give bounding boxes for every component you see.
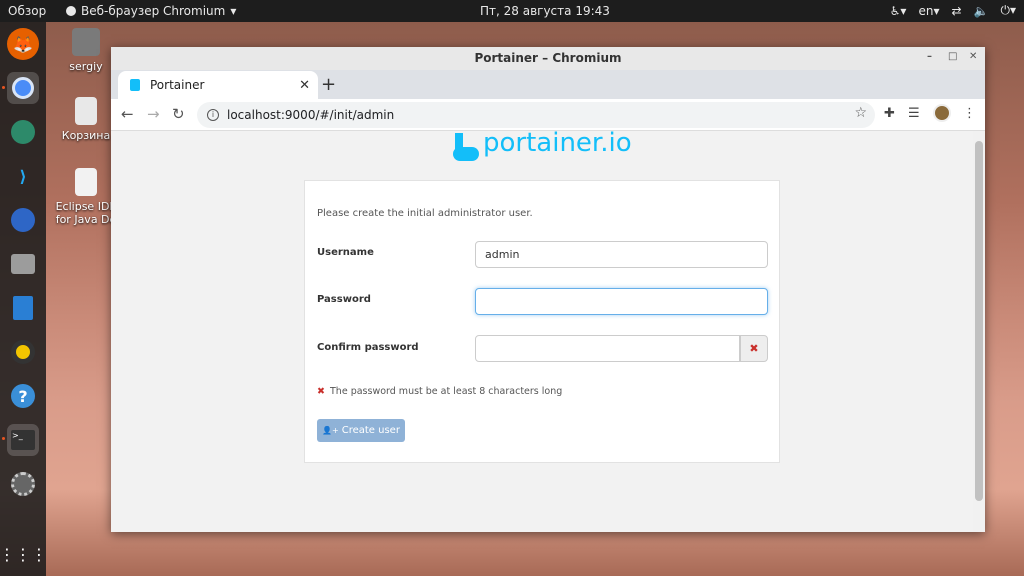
- site-info-icon[interactable]: i: [207, 109, 219, 121]
- chromium-app-icon: [66, 6, 76, 16]
- remmina-icon[interactable]: [7, 116, 39, 148]
- rhythmbox-icon[interactable]: [7, 336, 39, 368]
- url-text: localhost:9000/#/init/admin: [227, 108, 395, 122]
- trash-icon: [75, 97, 97, 125]
- logo-text: portainer.io: [483, 131, 632, 158]
- app-menu-label: Веб-браузер Chromium: [81, 4, 226, 18]
- close-tab-button[interactable]: ✕: [299, 78, 310, 93]
- language-indicator[interactable]: en▾: [918, 4, 939, 18]
- window-titlebar[interactable]: Portainer – Chromium – □ ✕: [111, 47, 985, 70]
- address-bar[interactable]: i localhost:9000/#/init/admin ☆: [197, 102, 875, 128]
- warning-text: The password must be at least 8 characte…: [330, 386, 563, 397]
- add-user-icon: 👤+: [322, 426, 339, 435]
- tab-title: Portainer: [150, 78, 205, 92]
- app-menu[interactable]: Веб-браузер Chromium ▾: [66, 4, 236, 18]
- help-icon[interactable]: ?: [7, 380, 39, 412]
- running-indicator: [2, 86, 5, 89]
- window-title: Portainer – Chromium: [474, 51, 622, 65]
- apps-grid-icon[interactable]: ⋮⋮⋮: [0, 538, 47, 570]
- password-label: Password: [317, 294, 371, 305]
- page-scrollbar[interactable]: [973, 131, 985, 532]
- vscode-icon[interactable]: ⟩: [7, 160, 39, 192]
- scrollbar-thumb[interactable]: [975, 141, 983, 501]
- media-controls-icon[interactable]: ☰: [908, 106, 920, 121]
- eclipse-launcher-icon: [75, 168, 97, 196]
- power-icon[interactable]: ⏻▾: [1000, 3, 1016, 18]
- page-content: portainer.io Please create the initial a…: [111, 131, 973, 532]
- running-indicator: [2, 437, 5, 440]
- form-intro: Please create the initial administrator …: [317, 208, 533, 219]
- password-mismatch-icon: ✖: [740, 335, 768, 362]
- username-value: admin: [485, 248, 520, 261]
- accessibility-icon[interactable]: ♿▾: [890, 4, 907, 18]
- confirm-password-input[interactable]: [475, 335, 740, 362]
- dock: 🦊 ⟩ ? >_ ⋮⋮⋮: [0, 22, 47, 576]
- back-button[interactable]: ←: [121, 105, 134, 123]
- username-input[interactable]: admin: [475, 241, 768, 268]
- minimize-button[interactable]: –: [927, 51, 932, 62]
- tab-strip: Portainer ✕ +: [111, 70, 985, 99]
- portainer-favicon-icon: [130, 79, 140, 91]
- reload-button[interactable]: ↻: [172, 105, 185, 123]
- password-length-warning: ✖ The password must be at least 8 charac…: [317, 386, 562, 397]
- maximize-button[interactable]: □: [948, 51, 957, 62]
- password-input[interactable]: [475, 288, 768, 315]
- language-label: en: [918, 3, 934, 18]
- files-icon[interactable]: [7, 248, 39, 280]
- new-tab-button[interactable]: +: [321, 74, 336, 95]
- portainer-logo: portainer.io: [453, 131, 632, 165]
- username-label: Username: [317, 247, 374, 258]
- terminal-icon[interactable]: >_: [7, 424, 39, 456]
- settings-icon[interactable]: [7, 468, 39, 500]
- home-folder-icon: [72, 28, 100, 56]
- chevron-down-icon: ▾: [230, 4, 237, 18]
- volume-icon[interactable]: 🔈: [974, 4, 989, 18]
- error-x-icon: ✖: [317, 386, 325, 397]
- firefox-icon[interactable]: 🦊: [7, 28, 39, 60]
- chrome-menu-button[interactable]: ⋮: [963, 106, 976, 121]
- profile-avatar[interactable]: [933, 104, 951, 122]
- thunderbird-icon[interactable]: [7, 204, 39, 236]
- create-user-button[interactable]: 👤+ Create user: [317, 419, 405, 442]
- portainer-logo-icon: [453, 131, 479, 165]
- init-admin-form: Please create the initial administrator …: [304, 180, 780, 463]
- extensions-puzzle-icon[interactable]: ✚: [884, 106, 895, 121]
- network-icon[interactable]: ⇄: [951, 4, 961, 18]
- bookmark-star-icon[interactable]: ☆: [854, 105, 867, 121]
- top-bar: Обзор Веб-браузер Chromium ▾ Пт, 28 авгу…: [0, 0, 1024, 22]
- forward-button[interactable]: →: [147, 105, 160, 123]
- close-window-button[interactable]: ✕: [969, 51, 977, 62]
- chromium-icon[interactable]: [7, 72, 39, 104]
- clock[interactable]: Пт, 28 августа 19:43: [480, 4, 610, 18]
- activities-button[interactable]: Обзор: [8, 4, 46, 18]
- confirm-password-label: Confirm password: [317, 342, 419, 353]
- browser-window: Portainer – Chromium – □ ✕ Portainer ✕ +…: [111, 47, 985, 532]
- create-user-label: Create user: [341, 425, 400, 436]
- writer-icon[interactable]: [7, 292, 39, 324]
- tab-portainer[interactable]: Portainer ✕: [118, 71, 318, 99]
- toolbar: ← → ↻ i localhost:9000/#/init/admin ☆ ✚ …: [111, 99, 985, 131]
